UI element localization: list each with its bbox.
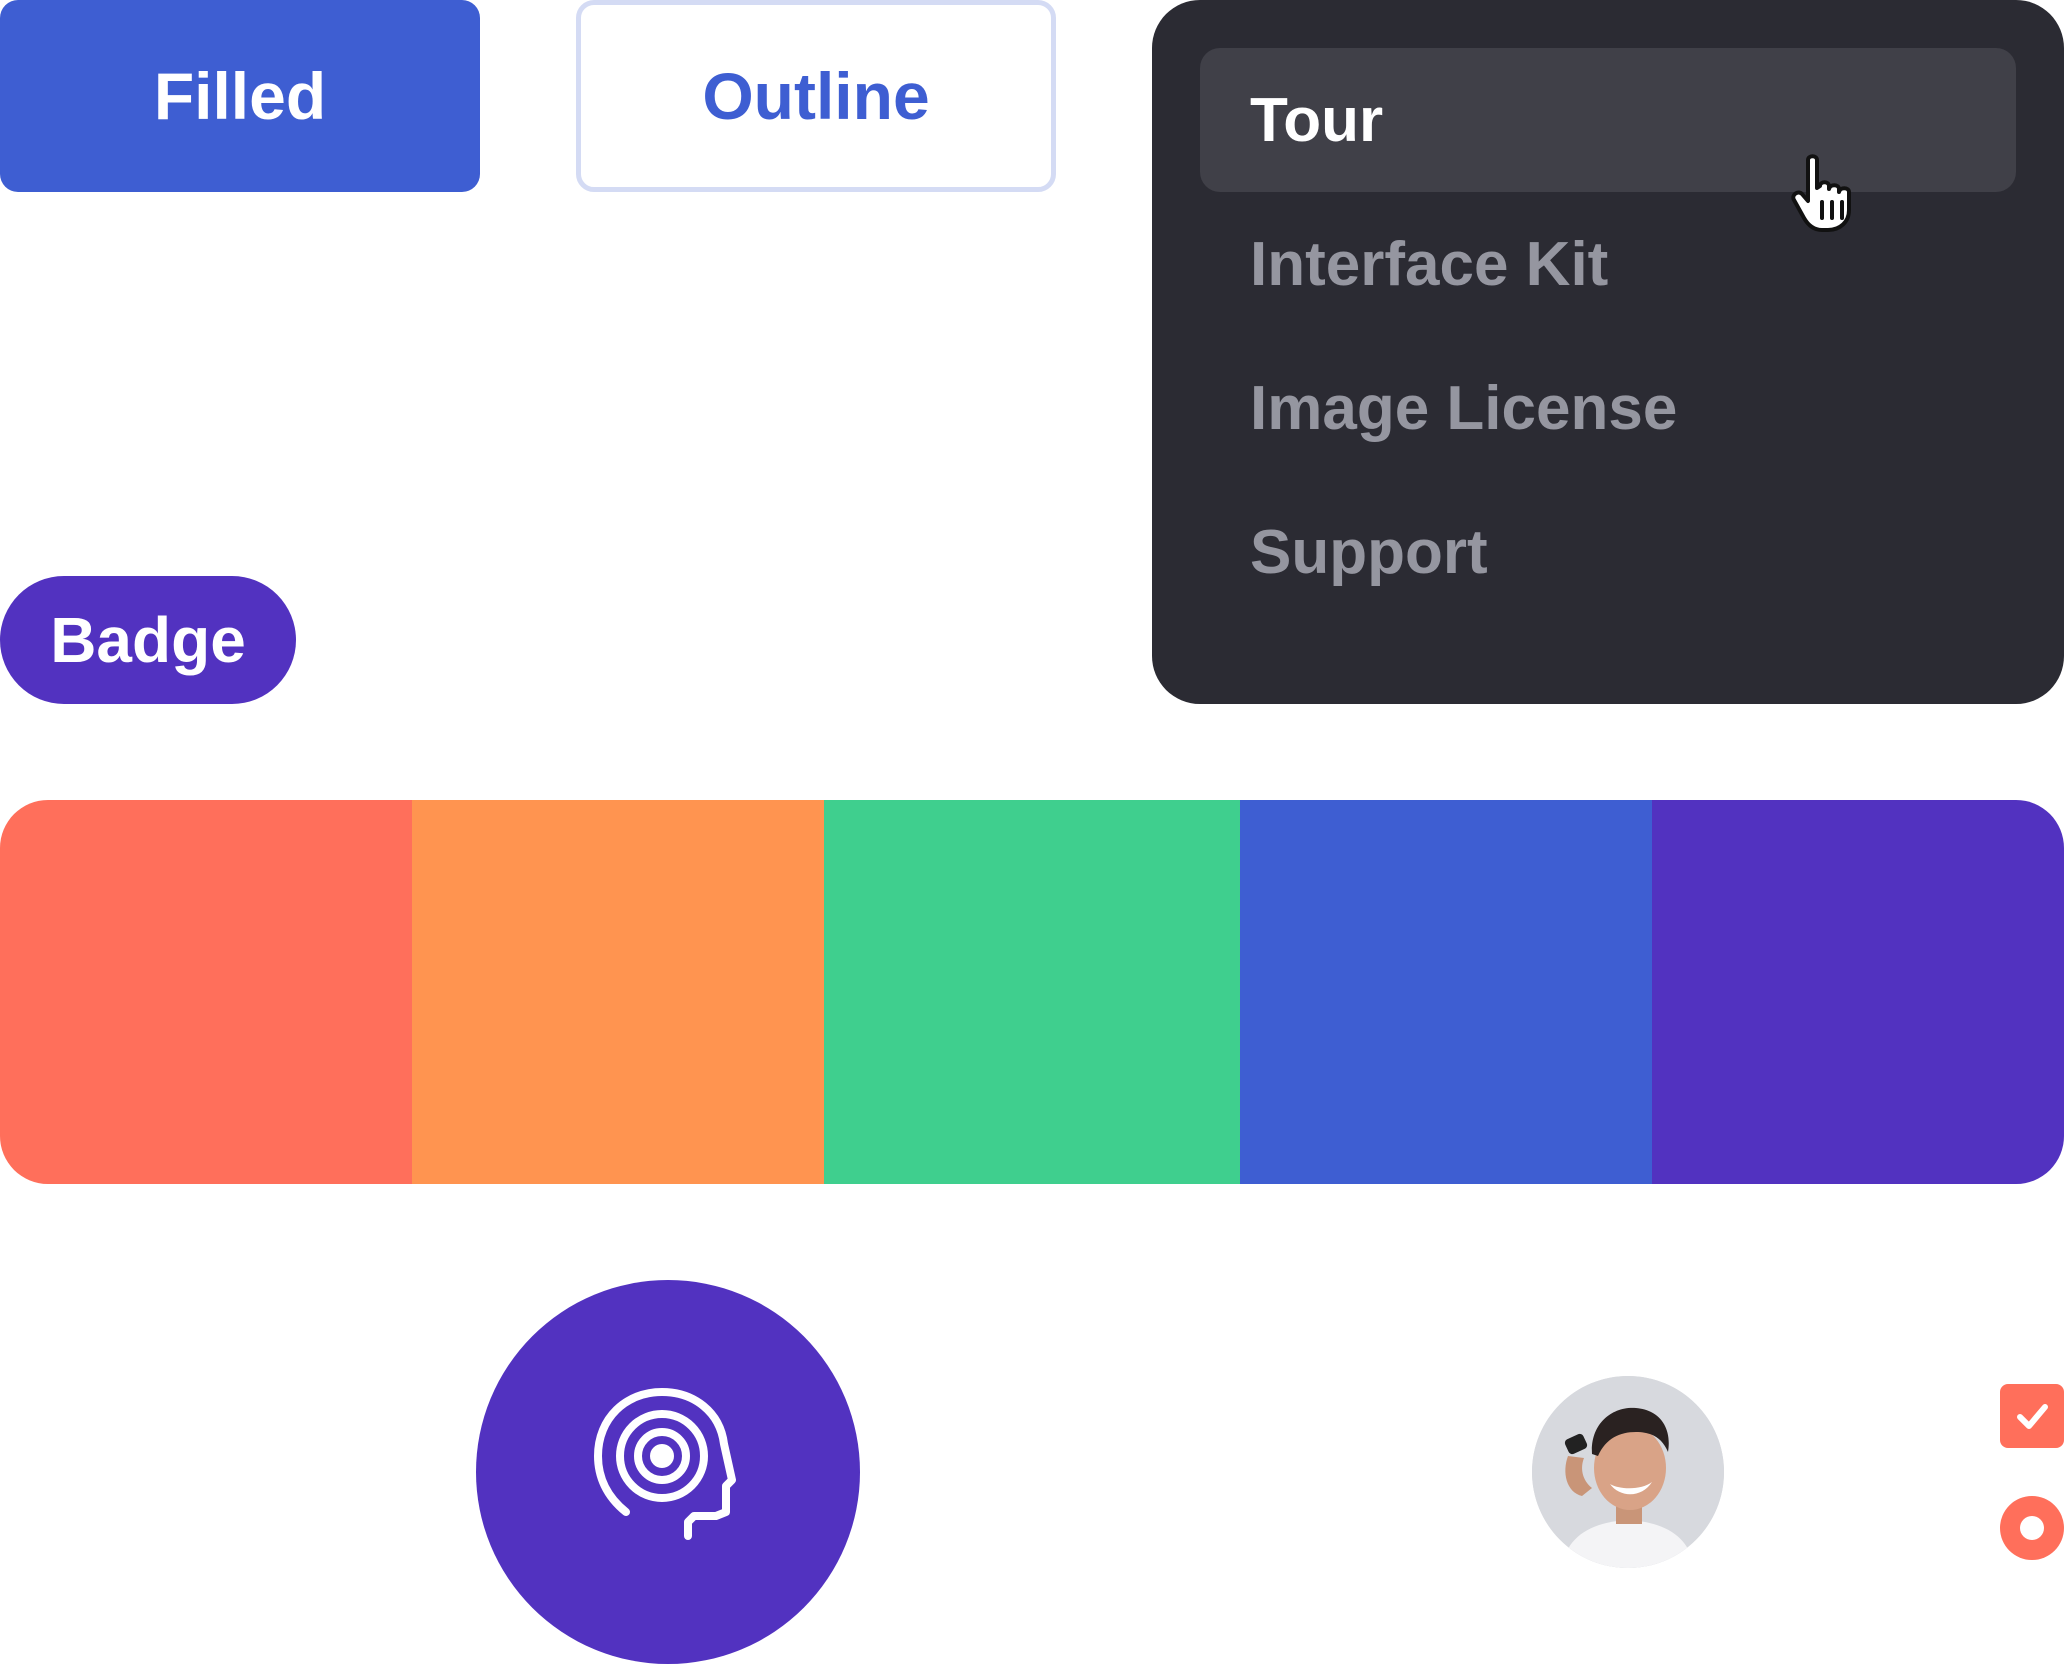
menu-item-support[interactable]: Support: [1200, 480, 2016, 624]
menu-item-image-license[interactable]: Image License: [1200, 336, 2016, 480]
filled-button[interactable]: Filled: [0, 0, 480, 192]
outline-button[interactable]: Outline: [576, 0, 1056, 192]
dropdown-menu: Tour Interface Kit Image License Support: [1152, 0, 2064, 704]
menu-item-tour[interactable]: Tour: [1200, 48, 2016, 192]
radio-dot: [2020, 1516, 2044, 1540]
swatch-orange: [412, 800, 824, 1184]
avatar: [1532, 1376, 1724, 1568]
radio-selected[interactable]: [2000, 1496, 2064, 1560]
badge: Badge: [0, 576, 296, 704]
head-target-icon: [594, 1388, 736, 1540]
swatch-coral: [0, 800, 412, 1184]
swatch-purple: [1652, 800, 2064, 1184]
checkbox-checked[interactable]: [2000, 1384, 2064, 1448]
color-palette: [0, 800, 2064, 1184]
swatch-green: [824, 800, 1240, 1184]
menu-item-interface-kit[interactable]: Interface Kit: [1200, 192, 2016, 336]
swatch-blue: [1240, 800, 1652, 1184]
check-icon: [2017, 1404, 2048, 1429]
hand-pointer-icon: [1791, 154, 1851, 232]
feature-icon-circle: [476, 1280, 860, 1664]
